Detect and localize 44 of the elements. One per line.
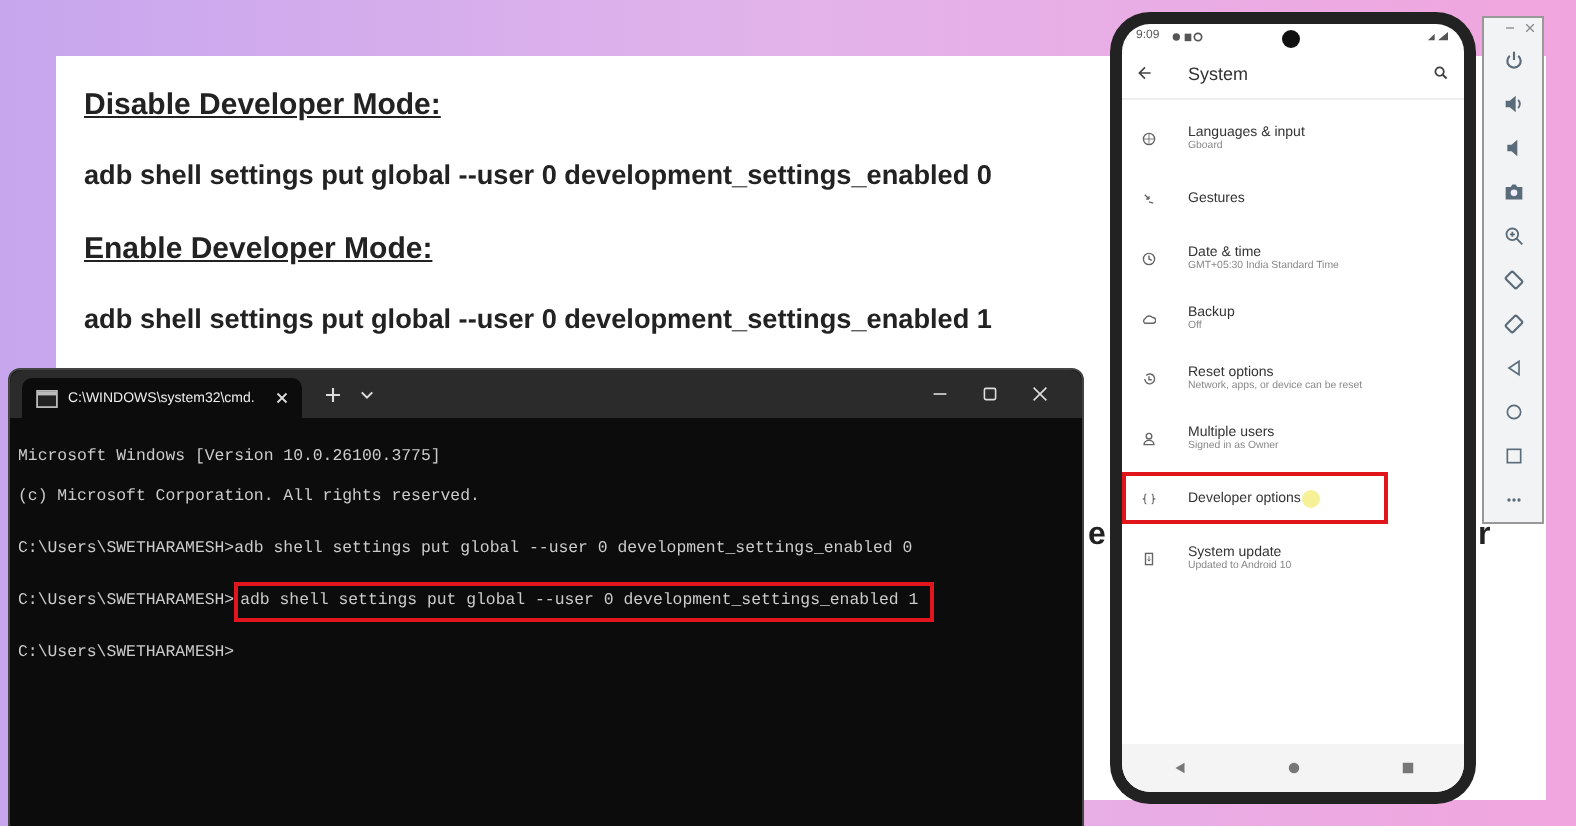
terminal-icon [36,389,58,407]
command-text: adb shell settings put global --user 0 development_settings_enabled 1 [84,304,992,334]
add-tab-icon[interactable] [326,387,341,401]
command-text: adb shell settings put global --user 0 development_settings_enabled 0 [234,540,913,560]
cloud-icon [1142,311,1156,325]
phone-icon [1142,551,1156,565]
back-arrow-icon[interactable] [1138,66,1152,80]
history-icon [1142,371,1156,385]
search-icon[interactable] [1434,66,1448,80]
terminal-line: (c) Microsoft Corporation. All rights reserved. [18,488,482,508]
prompt-text: C:\Users\SWETHARAMESH> [18,540,235,560]
prompt-text: C:\Users\SWETHARAMESH> [18,644,235,664]
rotate-icon[interactable] [1503,270,1523,290]
signal-icon [1426,31,1450,41]
camera-icon[interactable] [1503,182,1523,202]
screen-title: System [1188,63,1249,83]
cursor-highlight [1302,489,1321,507]
terminal-line: Microsoft Windows [Version 10.0.26100.3775] [18,448,443,468]
home-icon[interactable] [1287,762,1299,774]
volume-down-icon[interactable] [1503,138,1523,158]
text-fragment: e [1088,518,1106,554]
dropdown-icon[interactable] [360,389,375,399]
home-icon[interactable] [1503,402,1523,422]
zoom-icon[interactable] [1503,226,1523,246]
volume-up-icon[interactable] [1503,94,1523,114]
back-icon[interactable] [1503,358,1523,378]
clock-icon [1142,251,1156,265]
camera-hole [1282,30,1300,48]
braces-icon [1142,491,1156,505]
maximize-icon[interactable] [982,386,998,402]
notification-icons [1169,31,1206,41]
power-icon[interactable] [1503,50,1523,70]
section-heading: Disable Developer Mode: [84,88,441,122]
highlighted-command: adb shell settings put global --user 0 development_settings_enabled 1 [234,582,935,622]
rotate-icon[interactable] [1503,314,1523,334]
back-icon[interactable] [1173,762,1185,774]
overview-icon[interactable] [1401,762,1413,774]
section-heading: Enable Developer Mode: [84,232,433,266]
text-fragment: r [1478,518,1491,554]
prompt-text: C:\Users\SWETHARAMESH> [18,592,235,612]
overview-icon[interactable] [1503,446,1523,466]
person-icon [1142,431,1156,445]
globe-icon [1142,131,1156,145]
command-text: adb shell settings put global --user 0 development_settings_enabled 0 [84,160,992,190]
